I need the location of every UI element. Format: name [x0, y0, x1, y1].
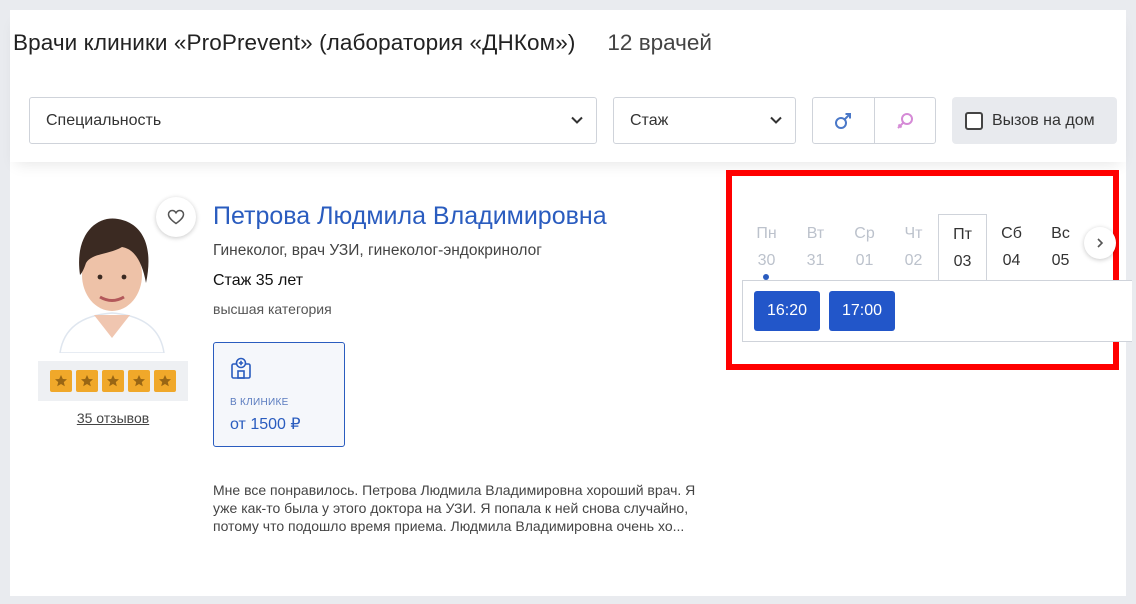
female-icon — [897, 112, 913, 129]
doctor-name[interactable]: Петрова Людмила Владимировна — [213, 202, 607, 231]
gender-toggle — [812, 97, 936, 144]
day-tab[interactable]: Чт 02 — [889, 214, 938, 283]
specialty-select-label: Специальность — [46, 111, 162, 129]
gender-male-button[interactable] — [813, 98, 874, 143]
star-icon — [128, 370, 150, 392]
day-tab[interactable]: Сб 04 — [987, 214, 1036, 283]
day-name: Вс — [1051, 225, 1070, 242]
heart-icon — [167, 209, 185, 225]
title-row: Врачи клиники «ProPrevent» (лаборатория … — [13, 30, 712, 60]
day-date: 30 — [757, 252, 776, 269]
gender-female-button[interactable] — [873, 98, 936, 143]
specialty-select[interactable]: Специальность — [29, 97, 597, 144]
rating-stars — [38, 361, 188, 401]
chevron-right-icon — [1097, 238, 1104, 248]
star-icon — [76, 370, 98, 392]
favorite-button[interactable] — [156, 197, 196, 237]
star-icon — [102, 370, 124, 392]
chevron-down-icon — [770, 116, 782, 124]
review-excerpt: Мне все понравилось. Петрова Людмила Вла… — [213, 482, 696, 534]
day-picker: Пн 30 Вт 31 Ср 01 Чт 02 Пт 03 Сб 04 Вс 05 — [742, 214, 1085, 286]
time-slots: 16:20 17:00 — [742, 280, 1132, 342]
day-name: Сб — [1001, 225, 1022, 242]
doctor-specialties: Гинеколог, врач УЗИ, гинеколог-эндокрино… — [213, 242, 542, 259]
home-call-checkbox[interactable]: Вызов на дом — [952, 97, 1117, 144]
page: Врачи клиники «ProPrevent» (лаборатория … — [10, 10, 1132, 596]
page-title: Врачи клиники «ProPrevent» (лаборатория … — [13, 30, 576, 55]
price-value: от 1500 ₽ — [230, 416, 301, 433]
day-name: Пт — [953, 226, 972, 243]
reviews-link[interactable]: 35 отзывов — [38, 410, 188, 426]
next-week-button[interactable] — [1084, 227, 1116, 259]
day-date: 04 — [1002, 252, 1021, 269]
home-call-label: Вызов на дом — [992, 111, 1095, 129]
experience-select[interactable]: Стаж — [613, 97, 796, 144]
day-tab[interactable]: Ср 01 — [840, 214, 889, 283]
filter-header: Врачи клиники «ProPrevent» (лаборатория … — [10, 10, 1126, 162]
day-name: Пн — [756, 225, 777, 242]
day-date: 05 — [1051, 252, 1070, 269]
star-icon — [154, 370, 176, 392]
male-icon — [835, 112, 852, 129]
time-slot-button[interactable]: 16:20 — [754, 291, 820, 331]
price-label: В КЛИНИКЕ — [230, 397, 289, 408]
clinic-price-card[interactable]: В КЛИНИКЕ от 1500 ₽ — [213, 342, 345, 447]
star-icon — [50, 370, 72, 392]
doctor-count: 12 врачей — [607, 30, 712, 55]
day-tab[interactable]: Пн 30 — [742, 214, 791, 283]
doctor-experience: Стаж 35 лет — [213, 272, 304, 289]
day-tab[interactable]: Вт 31 — [791, 214, 840, 283]
schedule-panel: Пн 30 Вт 31 Ср 01 Чт 02 Пт 03 Сб 04 Вс 05 16:20 17:00 — [726, 170, 1132, 370]
clinic-building-icon — [231, 357, 251, 379]
day-name: Вт — [806, 225, 825, 242]
doctor-category: высшая категория — [213, 301, 332, 317]
day-date: 31 — [806, 252, 825, 269]
time-slot-button[interactable]: 17:00 — [829, 291, 895, 331]
day-name: Чт — [904, 225, 923, 242]
day-date: 03 — [953, 253, 972, 270]
day-tab[interactable]: Вс 05 — [1036, 214, 1085, 283]
day-date: 01 — [855, 252, 874, 269]
day-tab[interactable]: Пт 03 — [938, 214, 987, 286]
experience-select-label: Стаж — [630, 111, 669, 129]
day-name: Ср — [854, 225, 875, 242]
checkbox-box[interactable] — [965, 111, 983, 130]
day-date: 02 — [904, 252, 923, 269]
chevron-down-icon — [571, 116, 583, 124]
